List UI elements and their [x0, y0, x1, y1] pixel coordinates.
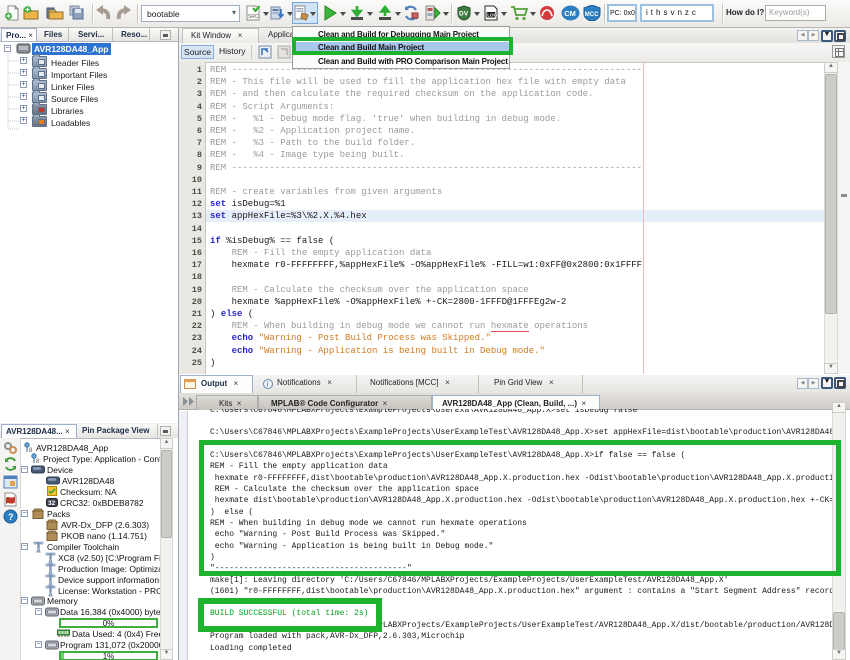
svg-text:8: 8	[36, 459, 40, 464]
svg-text:LOG: LOG	[487, 13, 497, 18]
svg-text:32: 32	[48, 500, 56, 507]
svg-text:DV: DV	[459, 11, 469, 18]
svg-text:MCC: MCC	[585, 12, 599, 18]
svg-text:CM: CM	[564, 9, 576, 18]
svg-text:SRC: SRC	[248, 14, 259, 20]
